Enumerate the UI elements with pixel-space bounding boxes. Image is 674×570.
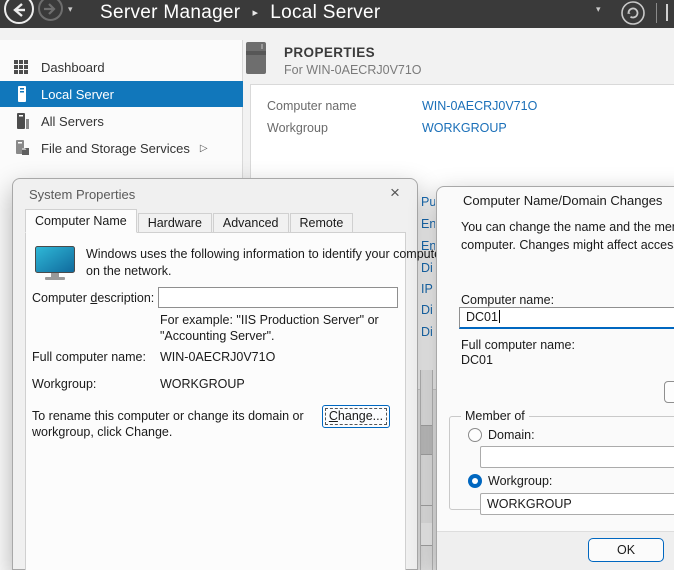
sidebar-item-label: File and Storage Services xyxy=(41,141,190,156)
text-cursor xyxy=(499,310,500,323)
scrollbar-thumb[interactable] xyxy=(421,425,432,455)
workgroup-radio-label: Workgroup: xyxy=(488,474,552,488)
workgroup-link[interactable]: WORKGROUP xyxy=(422,121,507,135)
change-button[interactable]: Change... xyxy=(322,405,390,428)
panel-subtitle: For WIN-0AECRJ0V71O xyxy=(284,63,422,77)
property-row: Workgroup WORKGROUP xyxy=(267,121,507,135)
computer-description-input[interactable] xyxy=(158,287,398,308)
tab-strip: Computer Name Hardware Advanced Remote xyxy=(25,209,354,233)
sidebar-item-all-servers[interactable]: All Servers xyxy=(0,108,243,134)
monitor-icon xyxy=(35,246,75,287)
workgroup-label: Workgroup: xyxy=(32,377,96,391)
workgroup-value: WORKGROUP xyxy=(160,377,245,391)
tab-computer-name[interactable]: Computer Name xyxy=(25,209,137,233)
all-servers-icon xyxy=(14,113,32,129)
example-text: For example: "IIS Production Server" or xyxy=(160,313,379,327)
clipped-property-value: IP xyxy=(421,282,435,296)
close-icon[interactable]: × xyxy=(381,181,409,205)
workgroup-radio[interactable] xyxy=(468,474,482,488)
sidebar-item-local-server[interactable]: Local Server xyxy=(0,81,243,107)
back-icon[interactable] xyxy=(4,0,34,24)
dialog-title: Computer Name/Domain Changes xyxy=(463,193,662,208)
computer-name-tab-page: Windows uses the following information t… xyxy=(25,232,406,570)
panel-title: PROPERTIES xyxy=(284,45,375,60)
notification-flag-icon[interactable] xyxy=(666,4,668,21)
tab-advanced[interactable]: Advanced xyxy=(213,213,289,233)
nav-dropdown-caret-icon[interactable]: ▾ xyxy=(68,4,73,15)
breadcrumb-separator-icon: ▸ xyxy=(252,7,258,19)
breadcrumb-page: Local Server xyxy=(270,2,380,23)
dialog-body-text: computer. Changes might affect access to… xyxy=(461,238,674,252)
more-button[interactable] xyxy=(664,381,674,403)
expand-arrow-icon[interactable]: ▷ xyxy=(200,143,208,154)
intro-text: on the network. xyxy=(86,264,171,278)
breadcrumb: Server Manager ▸ Local Server xyxy=(100,0,381,28)
member-of-label: Member of xyxy=(461,409,529,423)
property-label: Workgroup xyxy=(267,121,422,135)
property-label: Computer name xyxy=(267,99,422,113)
clipped-property-value: Pu xyxy=(421,195,435,209)
full-computer-name-value: DC01 xyxy=(461,353,493,367)
computer-name-input[interactable]: DC01 xyxy=(459,307,674,329)
sidebar-item-file-storage-services[interactable]: File and Storage Services ▷ xyxy=(0,135,243,161)
system-properties-dialog: System Properties × Computer Name Hardwa… xyxy=(12,178,418,570)
clipped-property-value: Di xyxy=(421,325,435,339)
scrollbar-segment xyxy=(421,523,432,545)
divider xyxy=(421,545,432,546)
sidebar-item-label: All Servers xyxy=(41,114,104,129)
example-text: "Accounting Server". xyxy=(160,329,274,343)
clipped-property-value: Di xyxy=(421,303,435,317)
ok-button[interactable]: OK xyxy=(588,538,664,562)
computer-name-domain-changes-dialog: Computer Name/Domain Changes You can cha… xyxy=(436,186,674,570)
rename-hint-text: workgroup, click Change. xyxy=(32,425,172,439)
sidebar-item-label: Dashboard xyxy=(41,60,105,75)
full-computer-name-label: Full computer name: xyxy=(461,338,575,352)
refresh-icon[interactable] xyxy=(620,0,646,26)
clipped-property-value: Di xyxy=(421,261,435,275)
clipped-property-value: En xyxy=(421,217,435,231)
intro-text: Windows uses the following information t… xyxy=(86,247,445,261)
computer-name-input-value: DC01 xyxy=(466,310,498,324)
domain-radio[interactable] xyxy=(468,428,482,442)
computer-name-link[interactable]: WIN-0AECRJ0V71O xyxy=(422,99,537,113)
sidebar-item-label: Local Server xyxy=(41,87,114,102)
dialog-title: System Properties xyxy=(29,187,135,202)
file-storage-services-icon xyxy=(14,140,32,156)
property-row: Computer name WIN-0AECRJ0V71O xyxy=(267,99,537,113)
server-icon xyxy=(246,42,266,74)
server-manager-window: Dashboard Local Server All Servers File … xyxy=(0,0,674,570)
domain-radio-label: Domain: xyxy=(488,428,535,442)
dialog-body-text: You can change the name and the membersh… xyxy=(461,220,674,234)
sidebar-item-dashboard[interactable]: Dashboard xyxy=(0,54,243,80)
background-scrollbar[interactable] xyxy=(420,370,433,570)
domain-input[interactable] xyxy=(480,446,674,468)
manage-dropdown-caret-icon[interactable]: ▾ xyxy=(596,4,601,15)
forward-icon[interactable] xyxy=(38,0,63,21)
tab-remote[interactable]: Remote xyxy=(290,213,354,233)
computer-description-label: Computer description: xyxy=(32,291,154,305)
breadcrumb-app[interactable]: Server Manager xyxy=(100,2,240,23)
tab-hardware[interactable]: Hardware xyxy=(138,213,212,233)
rename-hint-text: To rename this computer or change its do… xyxy=(32,409,304,423)
toolbar-divider xyxy=(656,3,657,23)
full-computer-name-value: WIN-0AECRJ0V71O xyxy=(160,350,275,364)
computer-name-label: Computer name: xyxy=(461,293,554,307)
workgroup-input[interactable]: WORKGROUP xyxy=(480,493,674,515)
divider xyxy=(421,505,432,506)
local-server-icon xyxy=(14,86,32,102)
full-computer-name-label: Full computer name: xyxy=(32,350,146,364)
dashboard-icon xyxy=(14,59,32,75)
title-bar: ▾ Server Manager ▸ Local Server ▾ xyxy=(0,0,674,28)
